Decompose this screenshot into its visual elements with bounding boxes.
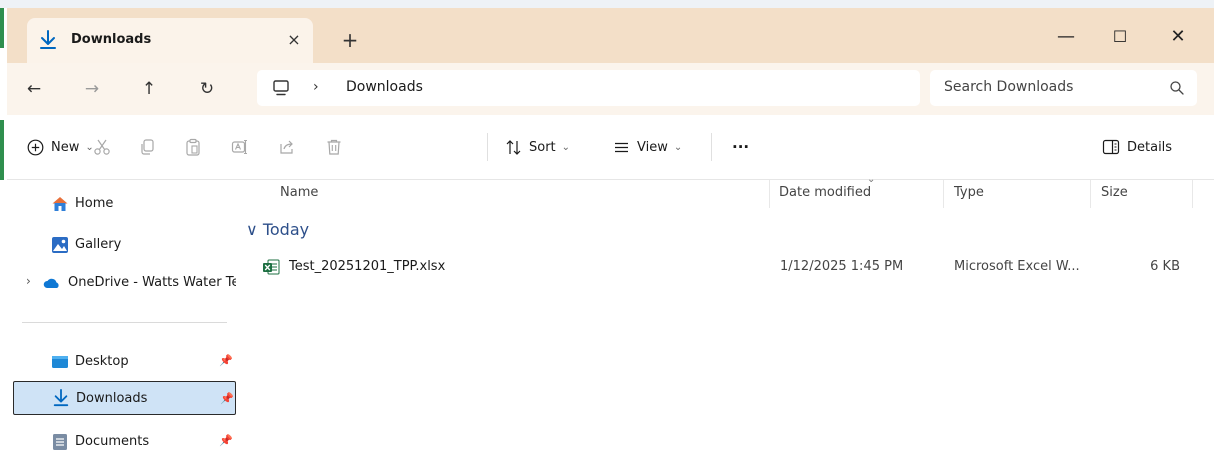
column-divider[interactable] bbox=[1192, 180, 1193, 208]
sort-chevron-icon: ⌄ bbox=[867, 174, 876, 185]
tab-downloads[interactable]: Downloads × bbox=[27, 18, 313, 63]
column-header-type[interactable]: Type bbox=[954, 185, 984, 200]
forward-button[interactable]: → bbox=[79, 77, 105, 101]
sidebar-item-home[interactable]: Home bbox=[13, 188, 236, 219]
sidebar-item-label: Downloads bbox=[76, 391, 148, 406]
view-label: View bbox=[637, 139, 668, 155]
back-button[interactable]: ← bbox=[21, 77, 47, 101]
sidebar-item-label: Home bbox=[75, 196, 114, 211]
group-label: Today bbox=[262, 220, 310, 239]
sidebar-item-onedrive[interactable]: OneDrive - Watts Water Technologies bbox=[13, 267, 236, 298]
documents-icon bbox=[53, 434, 67, 450]
left-accent bbox=[0, 120, 4, 180]
paste-button[interactable] bbox=[184, 135, 202, 159]
sidebar-item-label: Gallery bbox=[75, 237, 122, 252]
tab-close-button[interactable]: × bbox=[283, 29, 305, 51]
sidebar-item-documents[interactable]: Documents 📌 bbox=[13, 426, 236, 457]
breadcrumb-separator: › bbox=[313, 79, 319, 95]
close-button[interactable]: ✕ bbox=[1158, 22, 1198, 52]
new-label: New bbox=[51, 139, 80, 155]
this-pc-icon bbox=[273, 80, 289, 96]
pin-icon[interactable]: 📌 bbox=[220, 392, 234, 405]
command-bar: New ⌄ Sort ⌄ View ⌄ ··· Details bbox=[7, 115, 1214, 180]
downloads-icon bbox=[53, 389, 69, 407]
sidebar-item-label: Documents bbox=[75, 434, 150, 449]
details-button[interactable]: Details bbox=[1102, 135, 1172, 159]
file-list: Name ⌄ Date modified Type Size ∨ Today T… bbox=[240, 174, 1214, 441]
column-divider[interactable] bbox=[943, 180, 944, 208]
gallery-icon bbox=[52, 237, 68, 253]
rename-button[interactable] bbox=[231, 135, 249, 159]
toolbar-divider bbox=[711, 133, 712, 161]
cut-icon bbox=[94, 139, 110, 155]
column-header-name[interactable]: Name bbox=[280, 185, 318, 200]
sort-icon bbox=[506, 139, 521, 155]
column-header-date-modified[interactable]: Date modified bbox=[779, 185, 871, 200]
share-button[interactable] bbox=[278, 135, 296, 159]
sidebar-item-label: Desktop bbox=[75, 354, 129, 369]
plus-circle-icon bbox=[27, 139, 44, 155]
share-icon bbox=[280, 140, 293, 154]
top-strip bbox=[0, 0, 1214, 8]
paste-icon bbox=[186, 138, 200, 156]
path-box[interactable]: › Downloads bbox=[257, 70, 920, 106]
sort-button[interactable]: Sort ⌄ bbox=[505, 135, 570, 159]
maximize-button[interactable]: ☐ bbox=[1100, 22, 1140, 52]
file-size: 6 KB bbox=[1150, 259, 1180, 274]
excel-file-icon bbox=[263, 259, 280, 275]
view-icon bbox=[615, 142, 628, 152]
navigation-pane: Home Gallery › OneDrive - Watts Water Te… bbox=[0, 180, 240, 450]
trash-icon bbox=[327, 139, 341, 155]
tab-title: Downloads bbox=[71, 32, 152, 47]
delete-button[interactable] bbox=[325, 135, 343, 159]
group-header-today[interactable]: ∨ Today bbox=[246, 220, 309, 239]
file-date-modified: 1/12/2025 1:45 PM bbox=[780, 259, 904, 274]
chevron-down-icon: ⌄ bbox=[561, 141, 571, 153]
file-type: Microsoft Excel W... bbox=[954, 259, 1080, 274]
breadcrumb-downloads[interactable]: Downloads bbox=[346, 79, 423, 95]
search-icon bbox=[1170, 81, 1184, 95]
new-button[interactable]: New ⌄ bbox=[27, 135, 94, 159]
sort-label: Sort bbox=[529, 139, 556, 155]
sidebar-item-desktop[interactable]: Desktop 📌 bbox=[13, 346, 236, 377]
cut-button[interactable] bbox=[93, 135, 111, 159]
details-label: Details bbox=[1127, 139, 1173, 155]
minimize-button[interactable]: — bbox=[1046, 22, 1086, 52]
download-icon bbox=[40, 30, 56, 49]
onedrive-icon bbox=[43, 278, 59, 288]
sidebar-item-gallery[interactable]: Gallery bbox=[13, 229, 236, 260]
pin-icon[interactable]: 📌 bbox=[219, 354, 233, 367]
file-name: Test_20251201_TPP.xlsx bbox=[289, 259, 446, 274]
column-header-size[interactable]: Size bbox=[1101, 185, 1128, 200]
title-bar: Downloads × + — ☐ ✕ bbox=[7, 8, 1214, 63]
chevron-down-icon: ⌄ bbox=[673, 141, 683, 153]
left-accent bbox=[0, 8, 4, 48]
column-divider[interactable] bbox=[769, 180, 770, 208]
address-bar: ← → ↑ ↻ › Downloads Search Downloads bbox=[7, 63, 1214, 115]
more-icon: ··· bbox=[732, 138, 750, 156]
home-icon bbox=[52, 197, 68, 211]
copy-button[interactable] bbox=[138, 135, 156, 159]
sidebar-item-downloads[interactable]: Downloads 📌 bbox=[13, 381, 236, 415]
desktop-icon bbox=[52, 356, 68, 368]
details-pane-icon bbox=[1102, 139, 1120, 155]
toolbar-divider bbox=[487, 133, 488, 161]
refresh-button[interactable]: ↻ bbox=[194, 77, 220, 101]
search-input[interactable]: Search Downloads bbox=[930, 70, 1197, 106]
up-button[interactable]: ↑ bbox=[136, 77, 162, 101]
rename-icon bbox=[231, 139, 247, 155]
view-button[interactable]: View ⌄ bbox=[613, 135, 682, 159]
search-placeholder: Search Downloads bbox=[944, 79, 1074, 95]
table-row[interactable]: Test_20251201_TPP.xlsx 1/12/2025 1:45 PM… bbox=[256, 254, 1202, 280]
copy-icon bbox=[141, 139, 154, 155]
sidebar-divider bbox=[22, 322, 227, 323]
chevron-down-icon: ∨ bbox=[246, 220, 258, 239]
new-tab-button[interactable]: + bbox=[340, 30, 360, 50]
sidebar-item-label: OneDrive - Watts Water Technologies bbox=[68, 275, 236, 290]
more-options-button[interactable]: ··· bbox=[732, 135, 749, 159]
column-divider[interactable] bbox=[1090, 180, 1091, 208]
